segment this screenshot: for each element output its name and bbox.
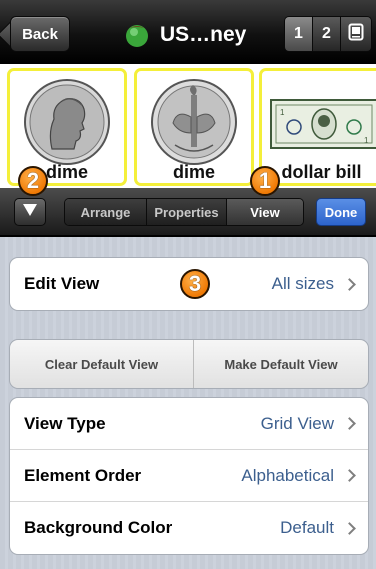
dollar-bill-image: 1 1 (270, 99, 376, 154)
tablet-icon (348, 23, 364, 46)
svg-text:1: 1 (280, 108, 285, 117)
view-options-group: View Type Grid View Element Order Alphab… (9, 397, 369, 555)
done-button[interactable]: Done (316, 198, 366, 226)
page-title: US…ney (160, 23, 247, 46)
tab-view[interactable]: View (227, 199, 303, 225)
item-strip: dime dime 1 1 dollar bill (0, 64, 376, 188)
background-color-label: Background Color (24, 518, 173, 537)
callout-badge-3: 3 (180, 269, 210, 299)
tab-properties[interactable]: Properties (147, 199, 227, 225)
segment-page-2-label: 2 (322, 25, 331, 42)
mode-segment-control: Arrange Properties View (64, 198, 304, 226)
back-button-wrap: Back (0, 0, 80, 64)
segment-page-2[interactable]: 2 (313, 17, 341, 51)
chevron-right-icon (343, 469, 356, 482)
tab-arrange[interactable]: Arrange (65, 199, 147, 225)
navigation-bar: Back US…ney 1 2 (0, 0, 376, 64)
make-default-view-button[interactable]: Make Default View (194, 340, 368, 388)
tab-arrange-label: Arrange (80, 204, 131, 220)
chevron-right-icon (343, 417, 356, 430)
down-triangle-icon (22, 203, 38, 222)
back-button[interactable]: Back (10, 16, 70, 52)
element-order-row[interactable]: Element Order Alphabetical (10, 450, 368, 502)
background-color-row[interactable]: Background Color Default (10, 502, 368, 554)
view-type-row[interactable]: View Type Grid View (10, 398, 368, 450)
title-area: US…ney (124, 20, 246, 50)
tablet-button[interactable] (341, 17, 371, 51)
segment-page-1[interactable]: 1 (285, 17, 313, 51)
item-tile-dime-back[interactable]: dime (134, 68, 254, 186)
svg-text:1: 1 (364, 136, 369, 145)
view-type-value: Grid View (260, 413, 334, 433)
clear-default-view-label: Clear Default View (44, 356, 159, 372)
tab-view-label: View (250, 204, 280, 220)
edit-toolbar: Arrange Properties View Done (0, 188, 376, 236)
dime-back-image (149, 77, 239, 172)
chevron-right-icon (343, 277, 356, 291)
item-label: dime (172, 162, 215, 182)
edit-view-label: Edit View (24, 274, 100, 293)
tab-properties-label: Properties (154, 204, 219, 220)
segment-page-1-label: 1 (294, 25, 303, 42)
done-button-label: Done (324, 204, 358, 220)
item-tile-dollar-bill[interactable]: 1 1 dollar bill (259, 68, 376, 186)
clear-default-view-button[interactable]: Clear Default View (10, 340, 194, 388)
background-color-value: Default (280, 518, 334, 537)
green-ball-icon (124, 22, 150, 48)
make-default-view-label: Make Default View (224, 356, 338, 372)
element-order-value: Alphabetical (241, 465, 334, 485)
callout-badge-2: 2 (18, 166, 48, 196)
back-button-label: Back (22, 25, 58, 43)
element-order-label: Element Order (24, 465, 142, 485)
chevron-right-icon (343, 521, 356, 535)
collapse-button[interactable] (14, 198, 46, 226)
page-segment-control: 1 2 (284, 16, 372, 52)
edit-view-value: All sizes (271, 274, 334, 293)
callout-badge-1: 1 (250, 166, 280, 196)
dime-front-image (22, 77, 112, 172)
view-type-label: View Type (24, 413, 106, 433)
default-view-buttons: Clear Default View Make Default View (9, 339, 369, 389)
